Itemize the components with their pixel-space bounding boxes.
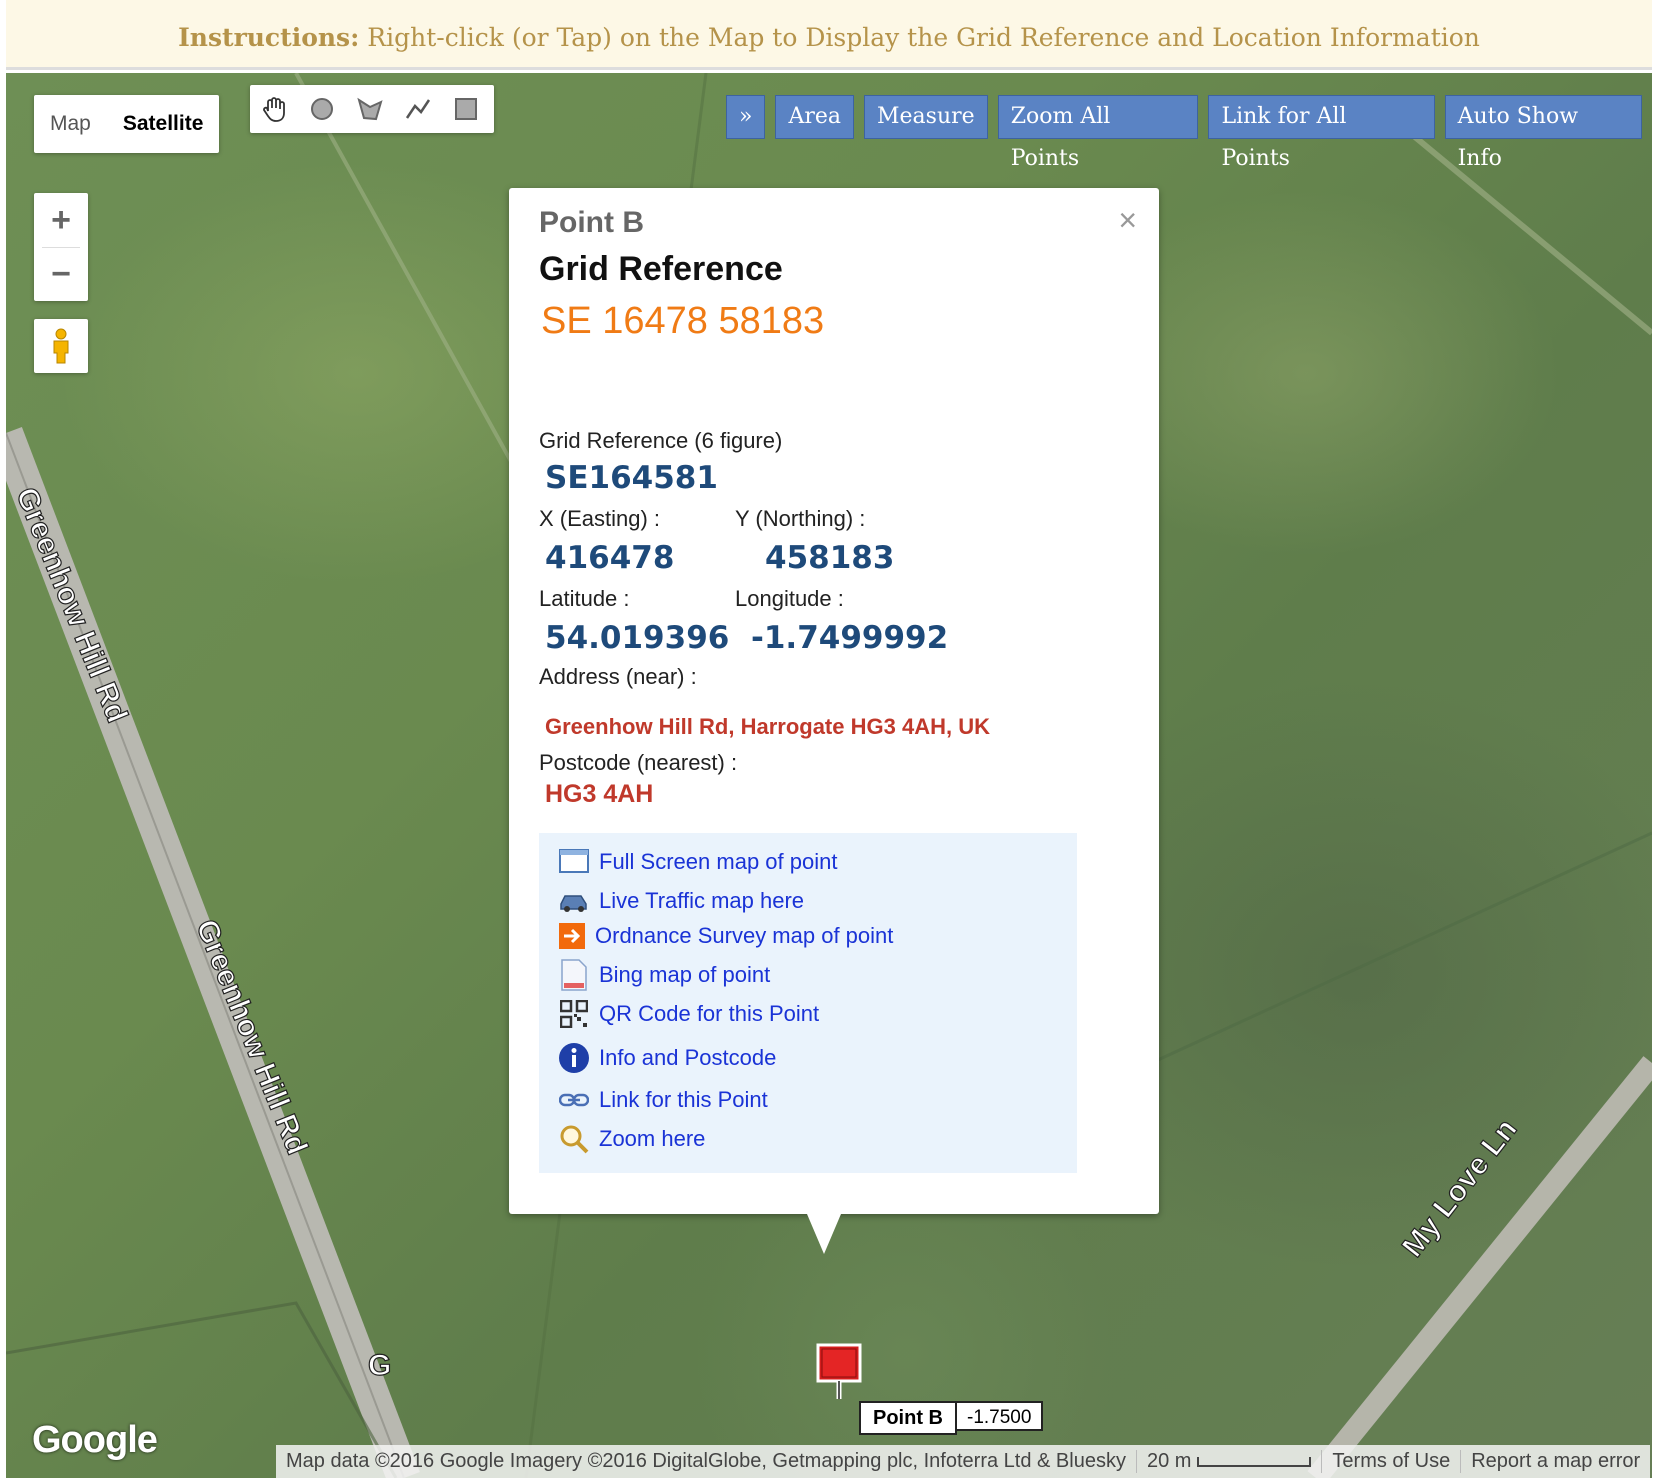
- car-icon: [557, 884, 591, 918]
- zoom-here-link[interactable]: Zoom here: [557, 1122, 705, 1156]
- zoom-here-label: Zoom here: [599, 1126, 706, 1151]
- point-title: Point B: [539, 206, 644, 239]
- longitude-value: -1.7499992: [751, 620, 949, 656]
- link-this-point-label: Link for this Point: [599, 1087, 768, 1112]
- zoom-out-button[interactable]: −: [34, 247, 88, 301]
- magnifier-icon: [557, 1122, 591, 1156]
- expand-button[interactable]: »: [726, 95, 766, 139]
- six-figure-value: SE164581: [545, 460, 718, 496]
- latitude-value: 54.019396: [545, 620, 730, 656]
- address-value: Greenhow Hill Rd, Harrogate HG3 4AH, UK: [545, 714, 990, 739]
- rectangle-icon[interactable]: [442, 85, 490, 133]
- info-window-tail: [807, 1214, 841, 1254]
- instructions-banner: Instructions: Right-click (or Tap) on th…: [6, 0, 1652, 70]
- close-icon[interactable]: ×: [1118, 202, 1137, 239]
- zoom-in-button[interactable]: +: [34, 193, 88, 247]
- link-this-point[interactable]: Link for this Point: [557, 1083, 768, 1117]
- qr-code-icon: [557, 997, 591, 1031]
- zoom-all-points-button[interactable]: Zoom All Points: [997, 95, 1199, 171]
- top-button-bar: » Area Measure Zoom All Points Link for …: [726, 95, 1652, 171]
- full-screen-map-label: Full Screen map of point: [599, 849, 838, 874]
- marker-label: Point B -1.7500: [859, 1401, 1044, 1435]
- live-traffic-link[interactable]: Live Traffic map here: [557, 884, 804, 918]
- longitude-label: Longitude :: [735, 586, 844, 611]
- area-button[interactable]: Area: [775, 95, 855, 139]
- chain-link-icon: [557, 1083, 591, 1117]
- zoom-control: + −: [34, 193, 88, 301]
- live-traffic-label: Live Traffic map here: [599, 888, 805, 913]
- bing-map-label: Bing map of point: [599, 962, 771, 987]
- map-canvas[interactable]: Greenhow Hill Rd Greenhow Hill Rd My Lov…: [6, 73, 1652, 1478]
- scale-control[interactable]: 20 m: [1137, 1450, 1323, 1473]
- six-figure-label: Grid Reference (6 figure): [539, 428, 783, 453]
- hand-icon[interactable]: [250, 85, 298, 133]
- scale-bar: [1197, 1456, 1312, 1467]
- link-all-points-button[interactable]: Link for All Points: [1208, 95, 1435, 171]
- circle-icon[interactable]: [298, 85, 346, 133]
- point-links-panel: Full Screen map of point Live Traffic ma…: [539, 833, 1077, 1173]
- map-attribution: Map data ©2016 Google Imagery ©2016 Digi…: [276, 1445, 1651, 1478]
- polygon-icon[interactable]: [346, 85, 394, 133]
- postcode-value: HG3 4AH: [545, 780, 654, 808]
- road-label-partial: G: [367, 1348, 392, 1382]
- info-postcode-label: Info and Postcode: [599, 1045, 777, 1070]
- map-type-control: Map Satellite: [34, 95, 220, 153]
- qr-code-link[interactable]: QR Code for this Point: [557, 997, 819, 1031]
- zoom-divider: [42, 247, 80, 248]
- map-type-map-button[interactable]: Map: [34, 95, 107, 153]
- fullscreen-icon: [557, 845, 591, 879]
- measure-button[interactable]: Measure: [864, 95, 988, 139]
- info-window: × Point B Grid Reference SE 16478 58183 …: [509, 188, 1159, 1254]
- grid-reference-value: SE 16478 58183: [541, 300, 825, 342]
- scale-label: 20 m: [1146, 1450, 1192, 1472]
- address-label: Address (near) :: [539, 664, 697, 689]
- easting-value: 416478: [545, 540, 675, 576]
- document-icon: [557, 958, 591, 992]
- pegman-icon[interactable]: [34, 319, 88, 373]
- instructions-text: Right-click (or Tap) on the Map to Displ…: [359, 23, 1480, 52]
- info-postcode-link[interactable]: Info and Postcode: [557, 1041, 776, 1075]
- ordnance-survey-label: Ordnance Survey map of point: [595, 923, 894, 948]
- latitude-label: Latitude :: [539, 586, 630, 611]
- map-marker-pin[interactable]: [812, 1341, 866, 1408]
- instructions-label: Instructions:: [178, 23, 360, 52]
- drawing-toolbar: [250, 85, 494, 133]
- arrow-icon: [557, 919, 587, 953]
- northing-value: 458183: [765, 540, 895, 576]
- easting-label: X (Easting) :: [539, 506, 661, 531]
- postcode-label: Postcode (nearest) :: [539, 750, 738, 775]
- info-icon: [557, 1041, 591, 1075]
- map-data-attribution: Map data ©2016 Google Imagery ©2016 Digi…: [276, 1450, 1137, 1473]
- full-screen-map-link[interactable]: Full Screen map of point: [557, 845, 837, 879]
- google-logo: Google: [32, 1419, 158, 1461]
- marker-label-name: Point B: [859, 1401, 957, 1435]
- ordnance-survey-link[interactable]: Ordnance Survey map of point: [557, 919, 893, 953]
- map-type-satellite-button[interactable]: Satellite: [107, 95, 220, 153]
- report-map-error-link[interactable]: Report a map error: [1461, 1450, 1650, 1473]
- bing-map-link[interactable]: Bing map of point: [557, 958, 770, 992]
- qr-code-label: QR Code for this Point: [599, 1001, 820, 1026]
- terms-of-use-link[interactable]: Terms of Use: [1322, 1450, 1462, 1473]
- grid-reference-heading: Grid Reference: [539, 250, 783, 288]
- polyline-icon[interactable]: [394, 85, 442, 133]
- marker-label-value: -1.7500: [957, 1401, 1044, 1431]
- auto-show-info-button[interactable]: Auto Show Info: [1444, 95, 1642, 171]
- northing-label: Y (Northing) :: [735, 506, 866, 531]
